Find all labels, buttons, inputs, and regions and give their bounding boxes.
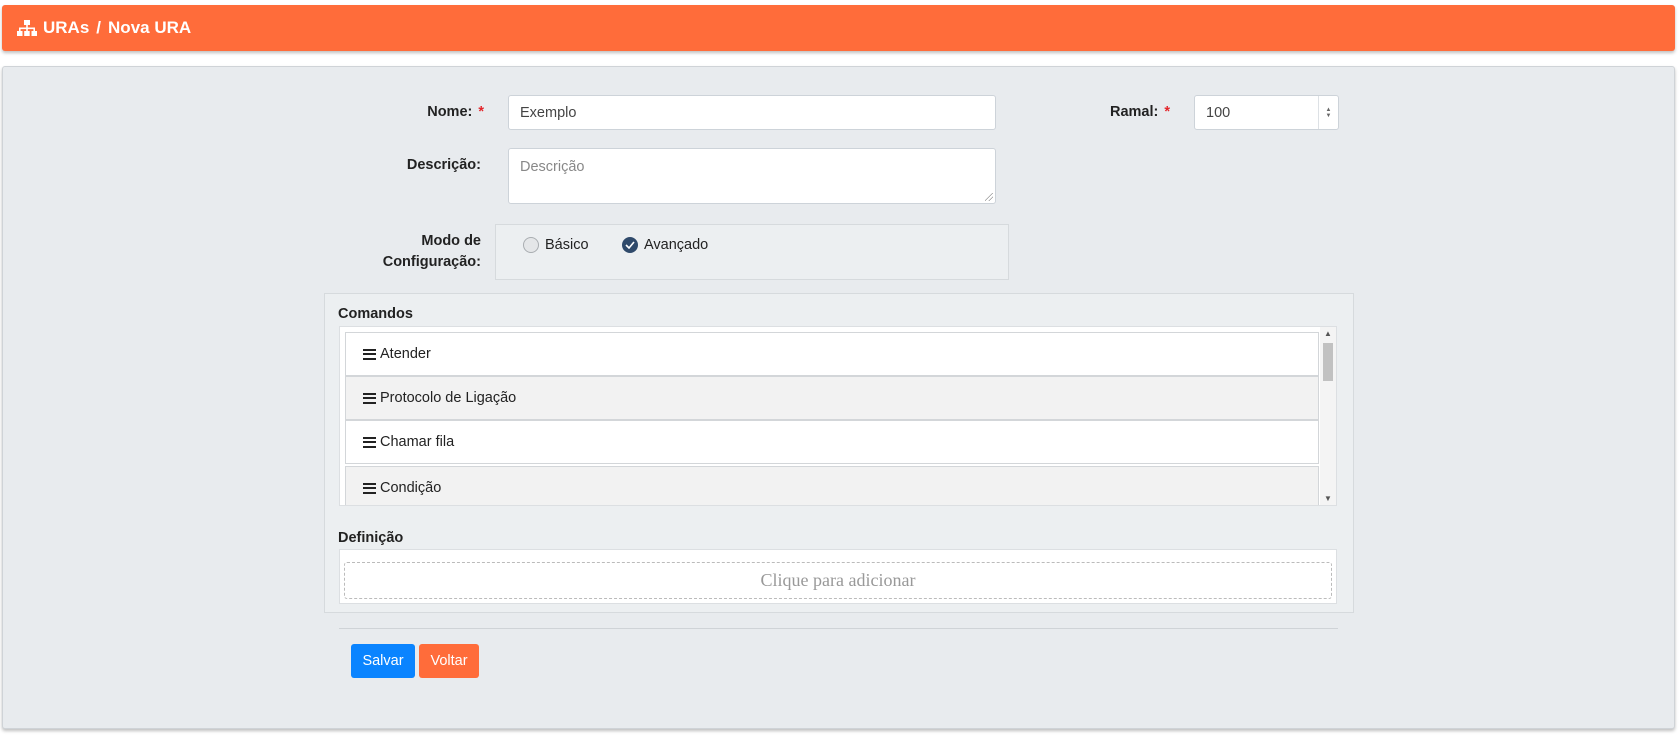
scrollbar-thumb[interactable]: [1323, 343, 1333, 381]
radio-avancado[interactable]: Avançado: [622, 237, 708, 253]
list-item[interactable]: Protocolo de Ligação: [345, 376, 1319, 420]
radio-unchecked-icon: [523, 237, 539, 253]
back-button[interactable]: Voltar: [419, 644, 479, 678]
resize-handle[interactable]: [985, 193, 993, 201]
breadcrumb-separator: /: [96, 18, 102, 37]
descricao-placeholder: Descrição: [520, 159, 585, 175]
divider: [339, 628, 1338, 629]
bars-icon[interactable]: [363, 434, 376, 450]
definicao-area: Clique para adicionar: [339, 549, 1337, 604]
list-item[interactable]: Chamar fila: [345, 420, 1319, 464]
descricao-textarea[interactable]: Descrição: [508, 148, 996, 204]
bars-icon[interactable]: [363, 346, 376, 362]
list-scrollbar[interactable]: ▲ ▼: [1320, 327, 1336, 505]
definicao-title: Definição: [338, 530, 404, 546]
scroll-down-icon[interactable]: ▼: [1324, 494, 1332, 503]
breadcrumb-current: Nova URA: [108, 18, 192, 37]
scroll-up-icon[interactable]: ▲: [1324, 329, 1332, 338]
add-dropzone[interactable]: Clique para adicionar: [344, 562, 1332, 599]
save-button[interactable]: Salvar: [351, 644, 415, 678]
breadcrumb-root[interactable]: URAs: [43, 18, 89, 38]
descricao-label: Descrição:: [406, 157, 481, 173]
list-item[interactable]: Condição: [345, 466, 1319, 505]
nome-label: Nome: *: [427, 104, 484, 120]
bars-icon[interactable]: [363, 480, 376, 496]
ramal-value: 100: [1206, 104, 1231, 121]
nome-input[interactable]: Exemplo: [508, 95, 996, 130]
bars-icon[interactable]: [363, 390, 376, 406]
sitemap-icon: [17, 20, 37, 36]
radio-checked-icon: [622, 237, 638, 253]
comandos-title: Comandos: [338, 306, 413, 322]
header-bar: URAs / Nova URA: [2, 5, 1675, 51]
modo-label: Modo de Configuração:: [382, 233, 481, 270]
comandos-list: Atender Protocolo de Ligação Chamar fila…: [339, 326, 1337, 506]
nome-value: Exemplo: [520, 104, 577, 121]
ramal-input[interactable]: 100 ▲ ▼: [1194, 95, 1339, 130]
ramal-stepper[interactable]: ▲ ▼: [1318, 96, 1338, 129]
radio-basico[interactable]: Básico: [523, 237, 589, 253]
list-item[interactable]: Atender: [345, 332, 1319, 376]
ramal-label: Ramal: *: [1109, 104, 1170, 120]
